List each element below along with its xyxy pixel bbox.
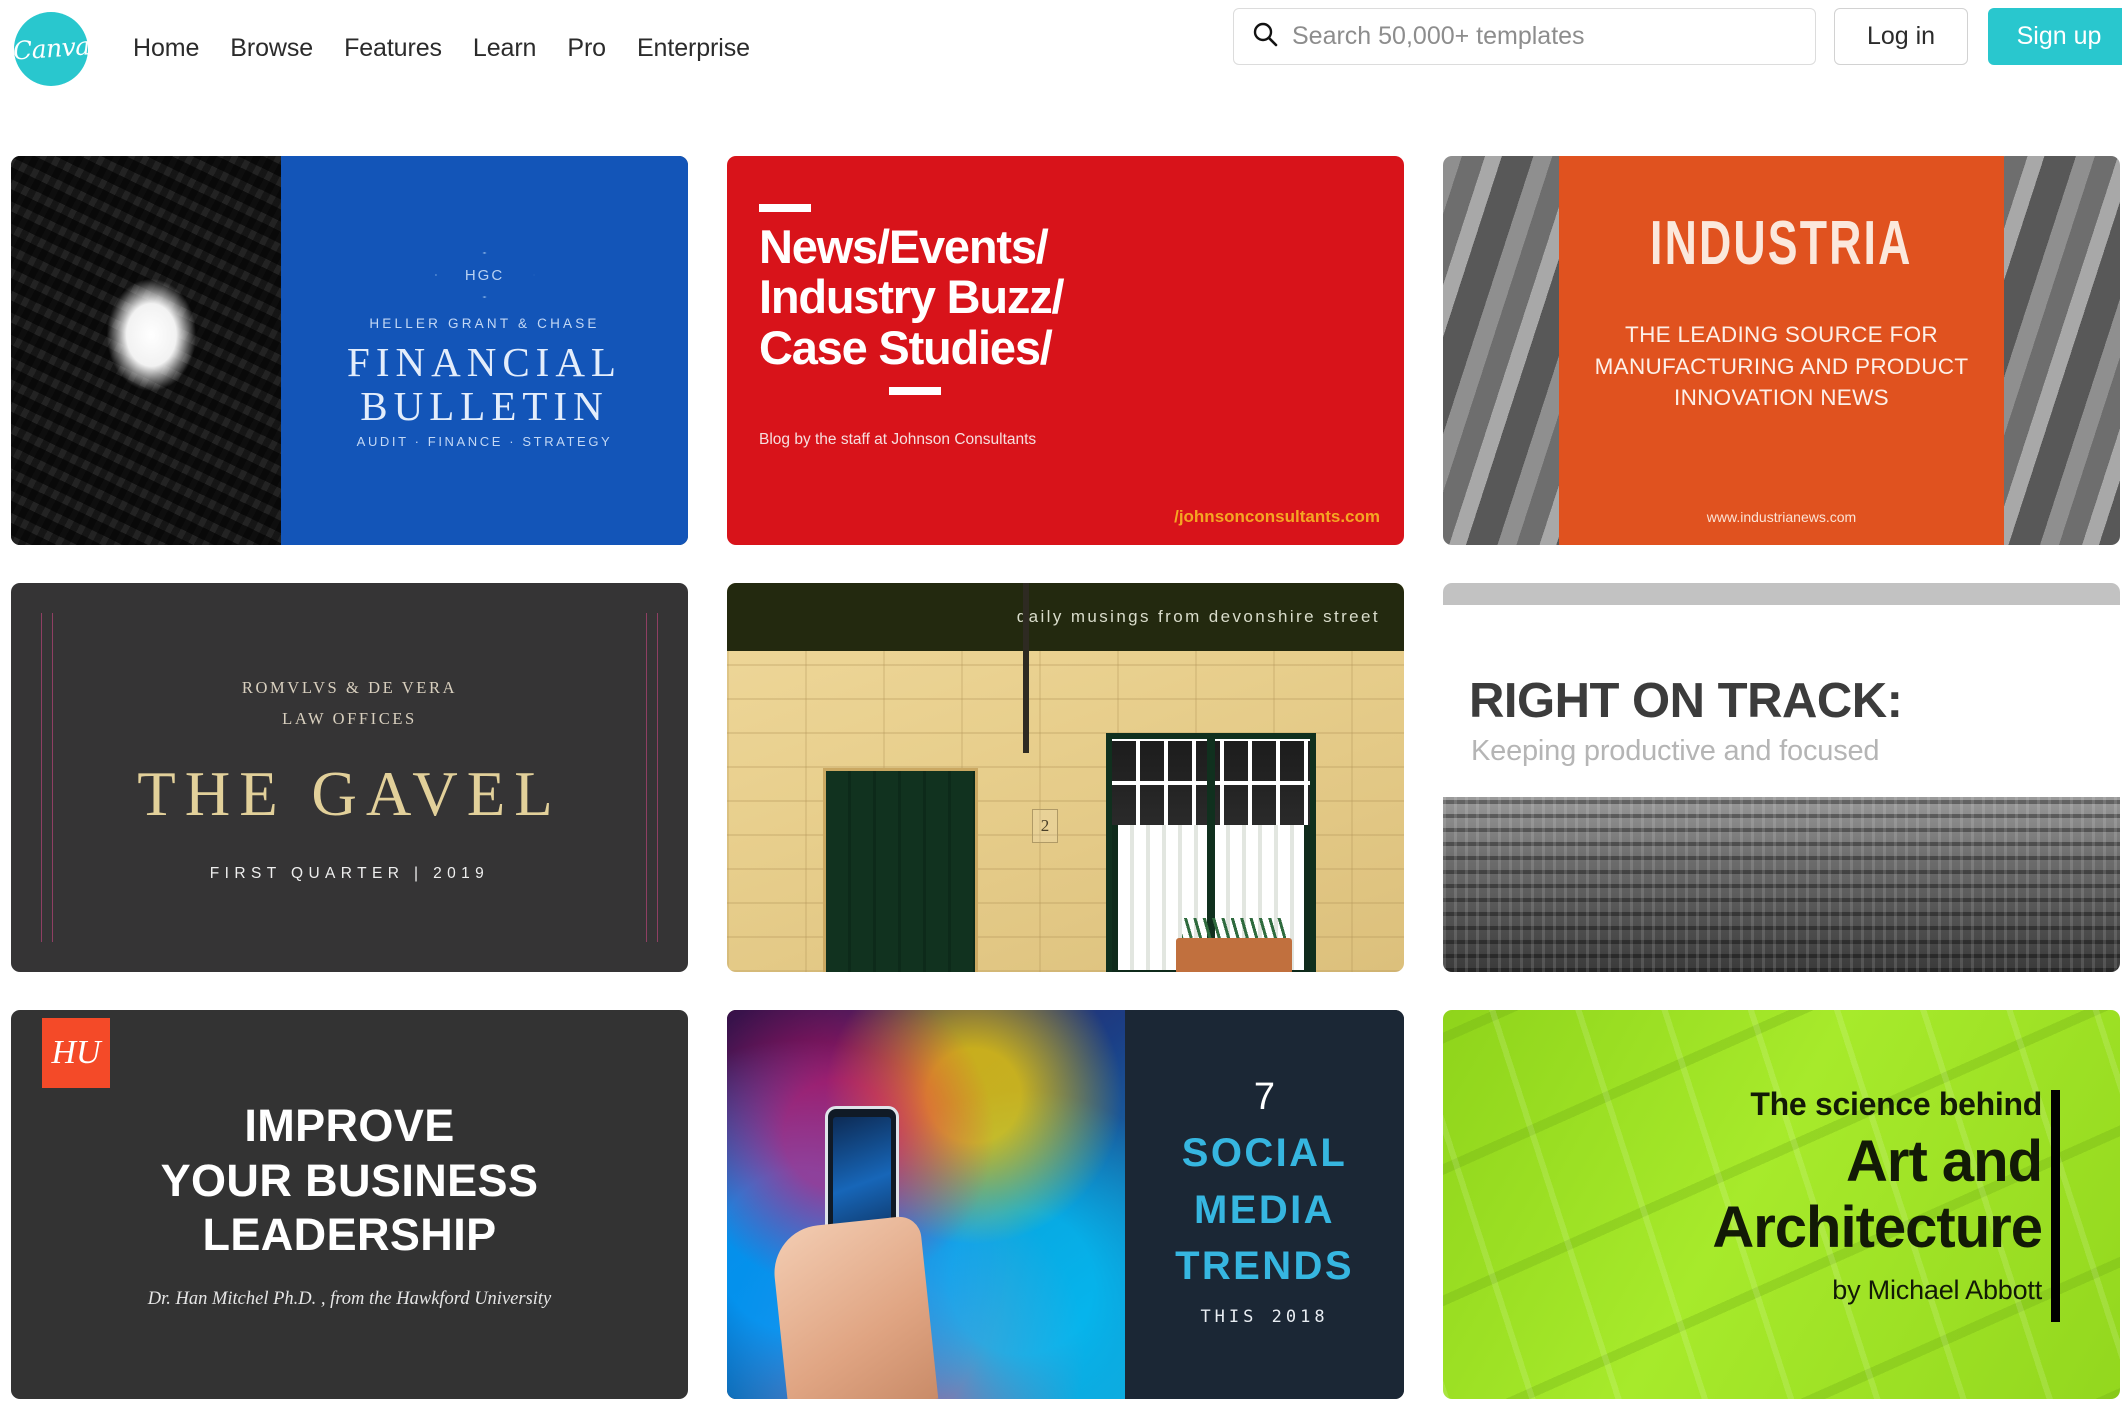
nav-right-group: Log in Sign up	[1233, 8, 2122, 65]
firm-name: HELLER GRANT & CHASE	[369, 316, 600, 332]
template-card-news-events[interactable]: News/Events/ Industry Buzz/ Case Studies…	[727, 156, 1404, 545]
year-label: THIS 2018	[1200, 1307, 1329, 1328]
search-icon	[1252, 21, 1278, 52]
nav-item-home[interactable]: Home	[133, 34, 199, 63]
heading-line-3: LEADERSHIP	[202, 1209, 497, 1261]
tagline: AUDIT · FINANCE · STRATEGY	[356, 433, 613, 449]
title: RIGHT ON TRACK:	[1469, 674, 1903, 728]
word-3: TRENDS	[1175, 1244, 1354, 1289]
firm-line-1: ROMVLVS & DE VERA	[241, 677, 458, 697]
byline: by Michael Abbott	[1832, 1275, 2042, 1306]
house-number: 2	[1032, 809, 1058, 843]
canva-logo-icon[interactable]: Canva	[11, 11, 91, 86]
industria-panel: INDUSTRIA THE LEADING SOURCE FOR MANUFAC…	[1559, 156, 2004, 545]
sign-up-button[interactable]: Sign up	[1988, 8, 2122, 65]
log-in-button[interactable]: Log in	[1834, 8, 1968, 65]
nav-item-learn[interactable]: Learn	[473, 34, 537, 63]
body-line-3: INNOVATION NEWS	[1674, 385, 1889, 410]
line-2: Art and	[1846, 1129, 2043, 1194]
body-text: THE LEADING SOURCE FOR MANUFACTURING AND…	[1595, 319, 1969, 414]
hand	[769, 1214, 939, 1399]
heading-line-1: IMPROVE	[244, 1099, 455, 1151]
social-media-text: 7 SOCIAL MEDIA TRENDS THIS 2018	[1125, 1010, 1404, 1399]
body-line-2: MANUFACTURING AND PRODUCT	[1594, 353, 1969, 379]
top-navigation-bar: Canva Home Browse Features Learn Pro Ent…	[0, 0, 2122, 97]
subtitle: Keeping productive and focused	[1471, 735, 1880, 767]
nav-item-features[interactable]: Features	[344, 34, 442, 63]
top-bar	[1443, 583, 2120, 605]
heading: IMPROVE YOUR BUSINESS LEADERSHIP	[161, 1099, 539, 1264]
template-grid: HGC HELLER GRANT & CHASE FINANCIAL BULLE…	[11, 156, 2122, 1399]
heading-line-3: Case Studies/	[759, 320, 1053, 374]
heading-line-2: Industry Buzz/	[759, 270, 1065, 324]
hu-badge: HU	[42, 1018, 110, 1088]
hgc-monogram: HGC	[464, 266, 505, 284]
template-card-right-on-track[interactable]: RIGHT ON TRACK: Keeping productive and f…	[1443, 583, 2120, 972]
planter-box	[1176, 938, 1292, 972]
body-line-1: THE LEADING SOURCE FOR	[1625, 322, 1938, 347]
firm-line-2: LAW OFFICES	[282, 709, 417, 728]
line-3: Architecture	[1712, 1195, 2043, 1261]
subtitle: Blog by the staff at Johnson Consultants	[759, 430, 1037, 448]
title-line-1: FINANCIAL	[347, 339, 622, 386]
template-card-devonshire-street[interactable]: daily musings from devonshire street 2	[727, 583, 1404, 972]
art-architecture-text: The science behind Art and Architecture …	[1712, 1086, 2043, 1306]
nav-item-pro[interactable]: Pro	[567, 34, 606, 63]
nav-item-browse[interactable]: Browse	[230, 34, 313, 63]
band-text: daily musings from devonshire street	[1016, 607, 1380, 626]
left-rule-2	[52, 613, 53, 942]
title-line-2: BULLETIN	[360, 382, 609, 429]
heading-line-2: YOUR BUSINESS	[160, 1154, 539, 1206]
word-2: MEDIA	[1194, 1187, 1335, 1232]
template-card-business-leadership[interactable]: HU IMPROVE YOUR BUSINESS LEADERSHIP Dr. …	[11, 1010, 688, 1399]
top-rule	[759, 204, 811, 212]
title-band: daily musings from devonshire street	[727, 583, 1404, 651]
left-rule-1	[41, 613, 42, 942]
website-url: www.industrianews.com	[1706, 509, 1857, 525]
graffiti-photo	[727, 1010, 1125, 1399]
word-1: SOCIAL	[1181, 1130, 1348, 1175]
financial-bulletin-text: HGC HELLER GRANT & CHASE FINANCIAL BULLE…	[281, 156, 688, 545]
vertical-rule	[2051, 1090, 2060, 1322]
right-rule-1	[646, 613, 647, 942]
nav-item-enterprise[interactable]: Enterprise	[637, 34, 750, 63]
hgc-diamond-icon: HGC	[434, 252, 535, 299]
green-door	[823, 768, 978, 972]
number: 7	[1253, 1075, 1276, 1118]
template-card-financial-bulletin[interactable]: HGC HELLER GRANT & CHASE FINANCIAL BULLE…	[11, 156, 688, 545]
canva-logo-text: Canva	[11, 31, 91, 66]
search-input[interactable]	[1292, 22, 1797, 51]
template-card-the-gavel[interactable]: ROMVLVS & DE VERA LAW OFFICES THE GAVEL …	[11, 583, 688, 972]
search-box[interactable]	[1233, 8, 1816, 65]
right-rule-2	[657, 613, 658, 942]
drainpipe	[1023, 583, 1029, 753]
cityscape-photo	[1443, 797, 2120, 972]
template-card-social-media-trends[interactable]: 7 SOCIAL MEDIA TRENDS THIS 2018	[727, 1010, 1404, 1399]
line-1: The science behind	[1750, 1086, 2042, 1122]
website-url: /johnsonconsultants.com	[1174, 507, 1380, 526]
template-card-art-and-architecture[interactable]: The science behind Art and Architecture …	[1443, 1010, 2120, 1399]
byline: Dr. Han Mitchel Ph.D. , from the Hawkfor…	[147, 1289, 552, 1310]
template-card-industria[interactable]: INDUSTRIA THE LEADING SOURCE FOR MANUFAC…	[1443, 156, 2120, 545]
bottom-rule	[889, 386, 941, 395]
nav-links: Home Browse Features Learn Pro Enterpris…	[133, 34, 750, 63]
heading-line-1: News/Events/	[759, 220, 1049, 273]
title: INDUSTRIA	[1650, 209, 1913, 278]
title: THE GAVEL	[137, 759, 562, 830]
building-photo	[11, 156, 281, 545]
firm-name: ROMVLVS & DE VERA LAW OFFICES	[242, 672, 457, 735]
issue-label: FIRST QUARTER | 2019	[209, 865, 490, 883]
